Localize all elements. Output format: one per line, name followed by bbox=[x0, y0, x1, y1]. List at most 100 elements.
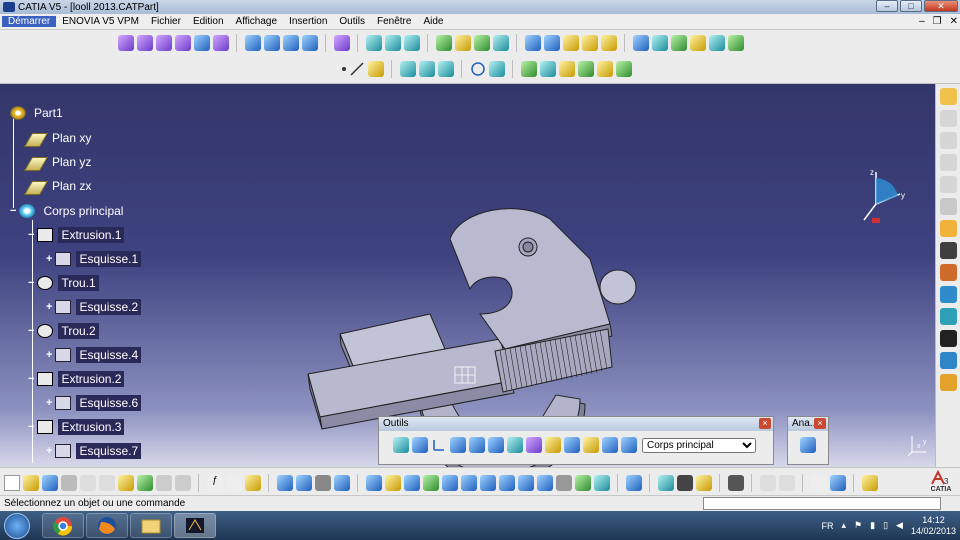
tree-node-sketch[interactable]: + Esquisse.2 bbox=[46, 298, 142, 316]
fit-all-icon[interactable] bbox=[939, 352, 957, 369]
translation-icon[interactable] bbox=[366, 35, 382, 51]
point-icon[interactable] bbox=[342, 67, 346, 71]
hole-icon[interactable] bbox=[194, 35, 210, 51]
swap-visible-space-icon[interactable] bbox=[939, 308, 957, 325]
close-icon[interactable]: × bbox=[814, 418, 826, 429]
quick-view-icon[interactable] bbox=[499, 475, 515, 491]
close-surface-icon[interactable] bbox=[474, 35, 490, 51]
table-icon[interactable] bbox=[277, 475, 293, 491]
tree-node-plane-yz[interactable]: Plan yz bbox=[23, 153, 94, 171]
list-icon[interactable] bbox=[602, 437, 618, 453]
offset-surface-icon[interactable] bbox=[438, 61, 454, 77]
firefox-taskbar-icon[interactable] bbox=[86, 513, 128, 538]
formula-icon[interactable] bbox=[939, 242, 957, 259]
arc-icon[interactable] bbox=[671, 35, 687, 51]
extract-icon[interactable] bbox=[559, 61, 575, 77]
fly-mode-icon[interactable] bbox=[366, 475, 382, 491]
menu-aide[interactable]: Aide bbox=[417, 16, 449, 27]
redo-icon[interactable] bbox=[156, 475, 172, 491]
current-body-select[interactable]: Corps principal bbox=[642, 437, 756, 453]
draft-icon[interactable] bbox=[283, 35, 299, 51]
tree-node-plane-xy[interactable]: Plan xy bbox=[23, 129, 94, 147]
globe-icon[interactable] bbox=[412, 437, 428, 453]
update-icon[interactable] bbox=[393, 437, 409, 453]
axis-system-icon[interactable] bbox=[525, 35, 541, 51]
blend-icon[interactable] bbox=[597, 61, 613, 77]
3d-viewport[interactable]: Part1 Plan xy Plan yz Plan zx − Corps pr… bbox=[0, 84, 935, 484]
collapse-icon[interactable]: − bbox=[10, 205, 16, 217]
expand-icon[interactable]: + bbox=[46, 253, 52, 265]
sweep-icon[interactable] bbox=[728, 35, 744, 51]
publication-icon[interactable] bbox=[583, 437, 599, 453]
menu-outils[interactable]: Outils bbox=[333, 16, 371, 27]
annotation-icon[interactable] bbox=[811, 475, 827, 491]
measure-icon[interactable] bbox=[582, 35, 598, 51]
battery-icon[interactable]: ▯ bbox=[883, 520, 888, 531]
plane-icon[interactable] bbox=[368, 61, 384, 77]
menu-fenetre[interactable]: Fenêtre bbox=[371, 16, 417, 27]
flag-icon[interactable] bbox=[296, 475, 312, 491]
sew-surface-icon[interactable] bbox=[493, 35, 509, 51]
fillet-icon[interactable] bbox=[245, 35, 261, 51]
windows-start-button[interactable] bbox=[4, 513, 30, 539]
groove-icon[interactable] bbox=[175, 35, 191, 51]
new-file-icon[interactable] bbox=[4, 475, 20, 491]
transform-icon[interactable] bbox=[626, 475, 642, 491]
collapse-icon[interactable]: − bbox=[28, 229, 34, 241]
collapse-icon[interactable]: − bbox=[28, 373, 34, 385]
outils-toolbar-header[interactable]: Outils × bbox=[379, 417, 773, 431]
explorer-taskbar-icon[interactable] bbox=[130, 513, 172, 538]
open-folder-icon[interactable] bbox=[23, 475, 39, 491]
tree-node-feature[interactable]: − Trou.2 bbox=[28, 322, 99, 340]
dress-up-icon[interactable] bbox=[658, 475, 674, 491]
zoom-in-icon[interactable] bbox=[442, 475, 458, 491]
curve-icon[interactable] bbox=[652, 35, 668, 51]
spline-icon[interactable] bbox=[709, 35, 725, 51]
tree-node-sketch[interactable]: + Esquisse.4 bbox=[46, 346, 142, 364]
tree-node-part[interactable]: Part1 bbox=[10, 104, 66, 122]
copy-icon[interactable] bbox=[99, 475, 115, 491]
grid-icon[interactable] bbox=[544, 35, 560, 51]
healing-icon[interactable] bbox=[540, 61, 556, 77]
fill-icon[interactable] bbox=[578, 61, 594, 77]
part-design-icon[interactable] bbox=[939, 88, 957, 105]
tree-toggle-icon[interactable] bbox=[450, 437, 466, 453]
view-toggle-icon[interactable] bbox=[760, 475, 776, 491]
collapse-icon[interactable]: − bbox=[28, 325, 34, 337]
render-icon[interactable] bbox=[594, 475, 610, 491]
pocket-icon[interactable] bbox=[137, 35, 153, 51]
expand-icon[interactable]: + bbox=[46, 445, 52, 457]
fit-all-in-icon[interactable] bbox=[385, 475, 401, 491]
material-icon[interactable] bbox=[677, 475, 693, 491]
shading-icon[interactable] bbox=[537, 475, 553, 491]
close-button[interactable]: ✕ bbox=[924, 0, 958, 12]
menu-affichage[interactable]: Affichage bbox=[230, 16, 284, 27]
measure-between-icon[interactable] bbox=[939, 374, 957, 391]
spiral-icon[interactable] bbox=[489, 61, 505, 77]
chrome-taskbar-icon[interactable] bbox=[42, 513, 84, 538]
tree-node-feature[interactable]: − Extrusion.3 bbox=[28, 418, 125, 436]
catalog-icon[interactable] bbox=[564, 437, 580, 453]
apply-material-icon[interactable] bbox=[939, 264, 957, 281]
constraint-icon[interactable] bbox=[526, 437, 542, 453]
network-icon[interactable]: ▮ bbox=[870, 520, 875, 531]
loft-icon[interactable] bbox=[616, 61, 632, 77]
whats-this-icon[interactable] bbox=[175, 475, 191, 491]
tray-arrow-icon[interactable]: ▴ bbox=[842, 520, 847, 531]
tree-node-feature[interactable]: − Trou.1 bbox=[28, 274, 99, 292]
tree-node-sketch[interactable]: + Esquisse.1 bbox=[46, 250, 142, 268]
line-icon[interactable] bbox=[349, 61, 365, 77]
menu-insertion[interactable]: Insertion bbox=[283, 16, 333, 27]
shell-icon[interactable] bbox=[302, 35, 318, 51]
undo-icon[interactable] bbox=[137, 475, 153, 491]
expand-icon[interactable]: + bbox=[46, 349, 52, 361]
mass-properties-icon[interactable] bbox=[601, 35, 617, 51]
maximize-button[interactable]: □ bbox=[900, 0, 922, 12]
tree-node-body[interactable]: − Corps principal bbox=[10, 202, 126, 220]
snap-icon[interactable] bbox=[507, 437, 523, 453]
catia-taskbar-icon[interactable] bbox=[174, 513, 216, 538]
grid-icon[interactable] bbox=[469, 437, 485, 453]
revolve-surface-icon[interactable] bbox=[419, 61, 435, 77]
sketcher-icon[interactable] bbox=[939, 110, 957, 127]
action-center-icon[interactable]: ⚑ bbox=[854, 520, 862, 531]
